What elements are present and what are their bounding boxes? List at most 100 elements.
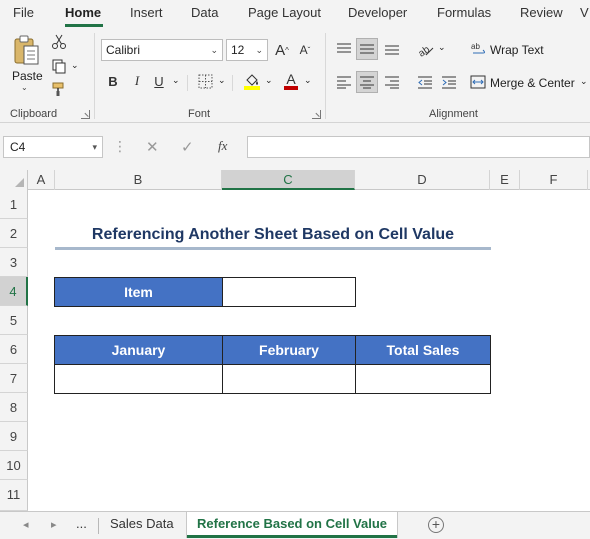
align-bottom-icon[interactable]	[381, 38, 403, 60]
paste-icon[interactable]	[8, 33, 44, 69]
cancel-icon[interactable]: ✕	[146, 138, 159, 156]
sheet-tab-reference-based-on-cell-value[interactable]: Reference Based on Cell Value	[187, 512, 398, 538]
menu-insert[interactable]: Insert	[130, 5, 163, 20]
svg-text:ab: ab	[471, 42, 480, 51]
row-header-11[interactable]: 11	[0, 480, 28, 511]
column-header-e[interactable]: E	[490, 170, 520, 190]
bold-button[interactable]: B	[104, 71, 122, 91]
tab-separator	[98, 518, 99, 534]
wrap-text-icon[interactable]: ab	[470, 38, 488, 60]
enter-icon[interactable]: ✓	[181, 138, 194, 156]
align-center-icon[interactable]	[356, 71, 378, 93]
copy-dropdown-icon[interactable]: ⌄	[71, 60, 79, 71]
row-header-9[interactable]: 9	[0, 422, 28, 451]
column-header-a[interactable]: A	[28, 170, 55, 190]
orientation-icon[interactable]: ab	[414, 38, 436, 60]
column-header-f[interactable]: F	[520, 170, 588, 190]
wrap-text-button[interactable]: Wrap Text	[490, 43, 544, 57]
font-color-dropdown-icon[interactable]: ⌄	[304, 75, 312, 86]
item-value-cell[interactable]	[222, 277, 356, 307]
align-top-icon[interactable]	[333, 38, 355, 60]
insert-function-button[interactable]: fx	[218, 138, 227, 154]
align-middle-icon[interactable]	[356, 38, 378, 60]
menu-page-layout[interactable]: Page Layout	[248, 5, 321, 20]
row-header-7[interactable]: 7	[0, 364, 28, 393]
font-group-label: Font	[188, 108, 211, 120]
sheet-title[interactable]: Referencing Another Sheet Based on Cell …	[55, 224, 491, 247]
font-color-icon[interactable]: A	[282, 71, 300, 91]
copy-icon[interactable]	[49, 56, 69, 76]
select-all-icon[interactable]	[0, 170, 28, 190]
increase-font-size-icon[interactable]: A ^	[272, 40, 292, 60]
fill-color-dropdown-icon[interactable]: ⌄	[265, 75, 273, 86]
underline-dropdown-icon[interactable]: ⌄	[172, 75, 180, 86]
table-header-february[interactable]: February	[222, 335, 356, 365]
row-header-5[interactable]: 5	[0, 306, 28, 335]
font-name-combo[interactable]: Calibri ⌄	[101, 39, 223, 61]
menu-review[interactable]: Review	[520, 5, 563, 20]
align-left-icon[interactable]	[333, 71, 355, 93]
menu-home[interactable]: Home	[65, 5, 101, 20]
menu-view[interactable]: V	[580, 5, 589, 20]
font-size-combo[interactable]: 12 ⌄	[226, 39, 268, 61]
clipboard-launcher-icon[interactable]	[81, 110, 90, 119]
sheet-tab-overflow[interactable]: ...	[66, 512, 97, 538]
column-header-d[interactable]: D	[355, 170, 490, 190]
merge-center-icon[interactable]	[469, 73, 487, 91]
formula-input[interactable]	[247, 136, 590, 158]
table-header-january[interactable]: January	[54, 335, 223, 365]
name-box[interactable]: C4 ▾	[3, 136, 103, 158]
row-header-6[interactable]: 6	[0, 335, 28, 364]
merge-center-button[interactable]: Merge & Center	[490, 76, 575, 90]
borders-dropdown-icon[interactable]: ⌄	[218, 75, 226, 86]
row-header-10[interactable]: 10	[0, 451, 28, 480]
row-header-3[interactable]: 3	[0, 248, 28, 277]
sheet-tab-bar: ◂ ▸ ... Sales Data Reference Based on Ce…	[0, 511, 590, 539]
orientation-dropdown-icon[interactable]: ⌄	[438, 42, 446, 53]
sheet-tab-sales-data[interactable]: Sales Data	[100, 512, 184, 538]
row-header-4[interactable]: 4	[0, 277, 28, 306]
ribbon: Paste ⌄ ⌄ Clipboard Calibri ⌄ 12 ⌄ A ^ Aˇ	[0, 27, 590, 123]
row-header-1[interactable]: 1	[0, 190, 28, 219]
clipboard-group-label: Clipboard	[10, 108, 58, 120]
formula-bar-grip-icon[interactable]: ⋮	[113, 137, 127, 155]
table-header-total-sales[interactable]: Total Sales	[355, 335, 491, 365]
scroll-tabs-left-icon[interactable]: ◂	[23, 518, 29, 531]
menu-file[interactable]: File	[13, 5, 34, 20]
align-right-icon[interactable]	[381, 71, 403, 93]
menu-data[interactable]: Data	[191, 5, 218, 20]
menu-formulas[interactable]: Formulas	[437, 5, 491, 20]
font-name-value: Calibri	[106, 43, 141, 57]
february-value-cell[interactable]	[222, 364, 356, 394]
formula-bar: C4 ▾ ⋮ ✕ ✓ fx	[0, 123, 590, 170]
ribbon-separator	[94, 33, 95, 119]
row-header-2[interactable]: 2	[0, 219, 28, 248]
italic-button[interactable]: I	[128, 71, 146, 91]
decrease-font-size-icon[interactable]: Aˇ	[295, 40, 315, 60]
alignment-group-label: Alignment	[429, 108, 478, 120]
merge-dropdown-icon[interactable]: ⌄	[580, 76, 588, 87]
row-header-8[interactable]: 8	[0, 393, 28, 422]
item-label-cell[interactable]: Item	[54, 277, 223, 307]
name-box-value: C4	[10, 140, 26, 154]
menu-developer[interactable]: Developer	[348, 5, 407, 20]
january-value-cell[interactable]	[54, 364, 223, 394]
underline-button[interactable]: U	[150, 71, 168, 91]
chevron-down-icon: ⌄	[255, 45, 263, 55]
menu-bar: File Home Insert Data Page Layout Develo…	[0, 0, 590, 27]
cut-icon[interactable]	[49, 32, 69, 52]
paste-dropdown-icon[interactable]: ⌄	[21, 83, 28, 92]
column-header-b[interactable]: B	[55, 170, 222, 190]
increase-indent-icon[interactable]	[438, 71, 460, 93]
add-sheet-icon[interactable]: +	[428, 517, 444, 533]
paste-button[interactable]: Paste	[12, 69, 43, 83]
fill-color-icon[interactable]	[242, 71, 262, 91]
scroll-tabs-right-icon[interactable]: ▸	[51, 518, 57, 531]
chevron-down-icon: ⌄	[210, 45, 218, 55]
column-header-c[interactable]: C	[222, 170, 355, 190]
total-sales-value-cell[interactable]	[355, 364, 491, 394]
borders-icon[interactable]	[196, 72, 214, 90]
font-launcher-icon[interactable]	[312, 110, 321, 119]
format-painter-icon[interactable]	[49, 79, 69, 99]
decrease-indent-icon[interactable]	[414, 71, 436, 93]
